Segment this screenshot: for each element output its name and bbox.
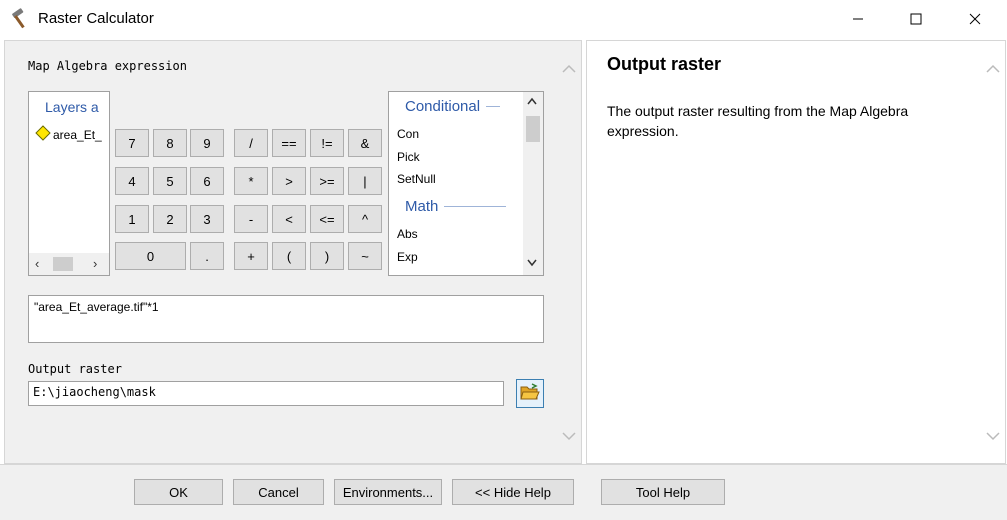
window-title: Raster Calculator [38, 10, 154, 27]
key-not[interactable]: ~ [348, 242, 382, 270]
key-3[interactable]: 3 [190, 205, 224, 233]
scroll-thumb[interactable] [526, 116, 540, 142]
browse-folder-button[interactable] [516, 379, 544, 408]
key-greater-equal[interactable]: >= [310, 167, 344, 195]
open-folder-icon [520, 383, 540, 404]
layers-list[interactable]: Layers a area_Et_ ‹ › [28, 91, 110, 276]
scroll-up-icon[interactable] [527, 96, 537, 108]
key-multiply[interactable]: * [234, 167, 268, 195]
key-less[interactable]: < [272, 205, 306, 233]
key-right-paren[interactable]: ) [310, 242, 344, 270]
tool-parameters-pane: Map Algebra expression Layers a area_Et_… [4, 40, 582, 464]
function-item[interactable]: Con [397, 127, 419, 141]
key-2[interactable]: 2 [153, 205, 187, 233]
functions-group-header: Conditional [405, 98, 501, 115]
scroll-down-icon[interactable] [527, 258, 537, 270]
key-7[interactable]: 7 [115, 129, 149, 157]
help-body: The output raster resulting from the Map… [607, 103, 909, 139]
layers-horizontal-scrollbar[interactable]: ‹ › [29, 253, 109, 275]
help-scroll-down-icon[interactable] [985, 429, 1001, 443]
function-item[interactable]: Abs [397, 227, 418, 241]
expression-input[interactable]: "area_Et_average.tif"*1 [28, 295, 544, 343]
key-add[interactable]: + [234, 242, 268, 270]
key-4[interactable]: 4 [115, 167, 149, 195]
help-scroll-up-icon[interactable] [985, 61, 1001, 75]
layer-item[interactable]: area_Et_ [35, 125, 102, 144]
scroll-thumb[interactable] [53, 257, 73, 271]
key-left-paren[interactable]: ( [272, 242, 306, 270]
function-item[interactable]: SetNull [397, 172, 436, 186]
key-subtract[interactable]: - [234, 205, 268, 233]
tool-help-button[interactable]: Tool Help [601, 479, 725, 505]
key-5[interactable]: 5 [153, 167, 187, 195]
ok-button[interactable]: OK [134, 479, 223, 505]
dialog-button-bar: OK Cancel Environments... << Hide Help T… [0, 464, 1007, 520]
scroll-right-icon[interactable]: › [93, 256, 97, 271]
key-not-equal[interactable]: != [310, 129, 344, 157]
key-and[interactable]: & [348, 129, 382, 157]
function-item[interactable]: Pick [397, 150, 420, 164]
layers-header: Layers a [45, 99, 99, 115]
function-item[interactable]: Exp [397, 250, 418, 264]
hide-help-button[interactable]: << Hide Help [452, 479, 574, 505]
functions-vertical-scrollbar[interactable] [523, 92, 543, 275]
close-button[interactable] [952, 0, 998, 38]
key-greater[interactable]: > [272, 167, 306, 195]
expression-label: Map Algebra expression [28, 59, 187, 73]
output-raster-label: Output raster [28, 362, 122, 376]
minimize-button[interactable] [835, 0, 881, 38]
key-or[interactable]: | [348, 167, 382, 195]
key-1[interactable]: 1 [115, 205, 149, 233]
key-less-equal[interactable]: <= [310, 205, 344, 233]
layer-item-label: area_Et_ [53, 127, 102, 142]
pane-scroll-up-icon[interactable] [561, 61, 577, 75]
key-decimal[interactable]: . [190, 242, 224, 270]
cancel-button[interactable]: Cancel [233, 479, 324, 505]
scroll-left-icon[interactable]: ‹ [35, 256, 39, 271]
output-raster-input[interactable]: E:\jiaocheng\mask [28, 381, 504, 406]
help-pane: Output raster The output raster resultin… [586, 40, 1006, 464]
help-title: Output raster [607, 54, 722, 74]
hammer-icon [10, 8, 32, 30]
key-6[interactable]: 6 [190, 167, 224, 195]
maximize-button[interactable] [893, 0, 939, 38]
key-8[interactable]: 8 [153, 129, 187, 157]
raster-layer-diamond-icon [35, 125, 53, 144]
key-divide[interactable]: / [234, 129, 268, 157]
environments-button[interactable]: Environments... [334, 479, 442, 505]
functions-list[interactable]: Conditional Con Pick SetNull Math Abs Ex… [388, 91, 544, 276]
title-bar: Raster Calculator [0, 0, 1007, 38]
key-xor[interactable]: ^ [348, 205, 382, 233]
pane-scroll-down-icon[interactable] [561, 429, 577, 443]
functions-group-header: Math [405, 198, 507, 215]
key-equal[interactable]: == [272, 129, 306, 157]
key-9[interactable]: 9 [190, 129, 224, 157]
key-0[interactable]: 0 [115, 242, 186, 270]
